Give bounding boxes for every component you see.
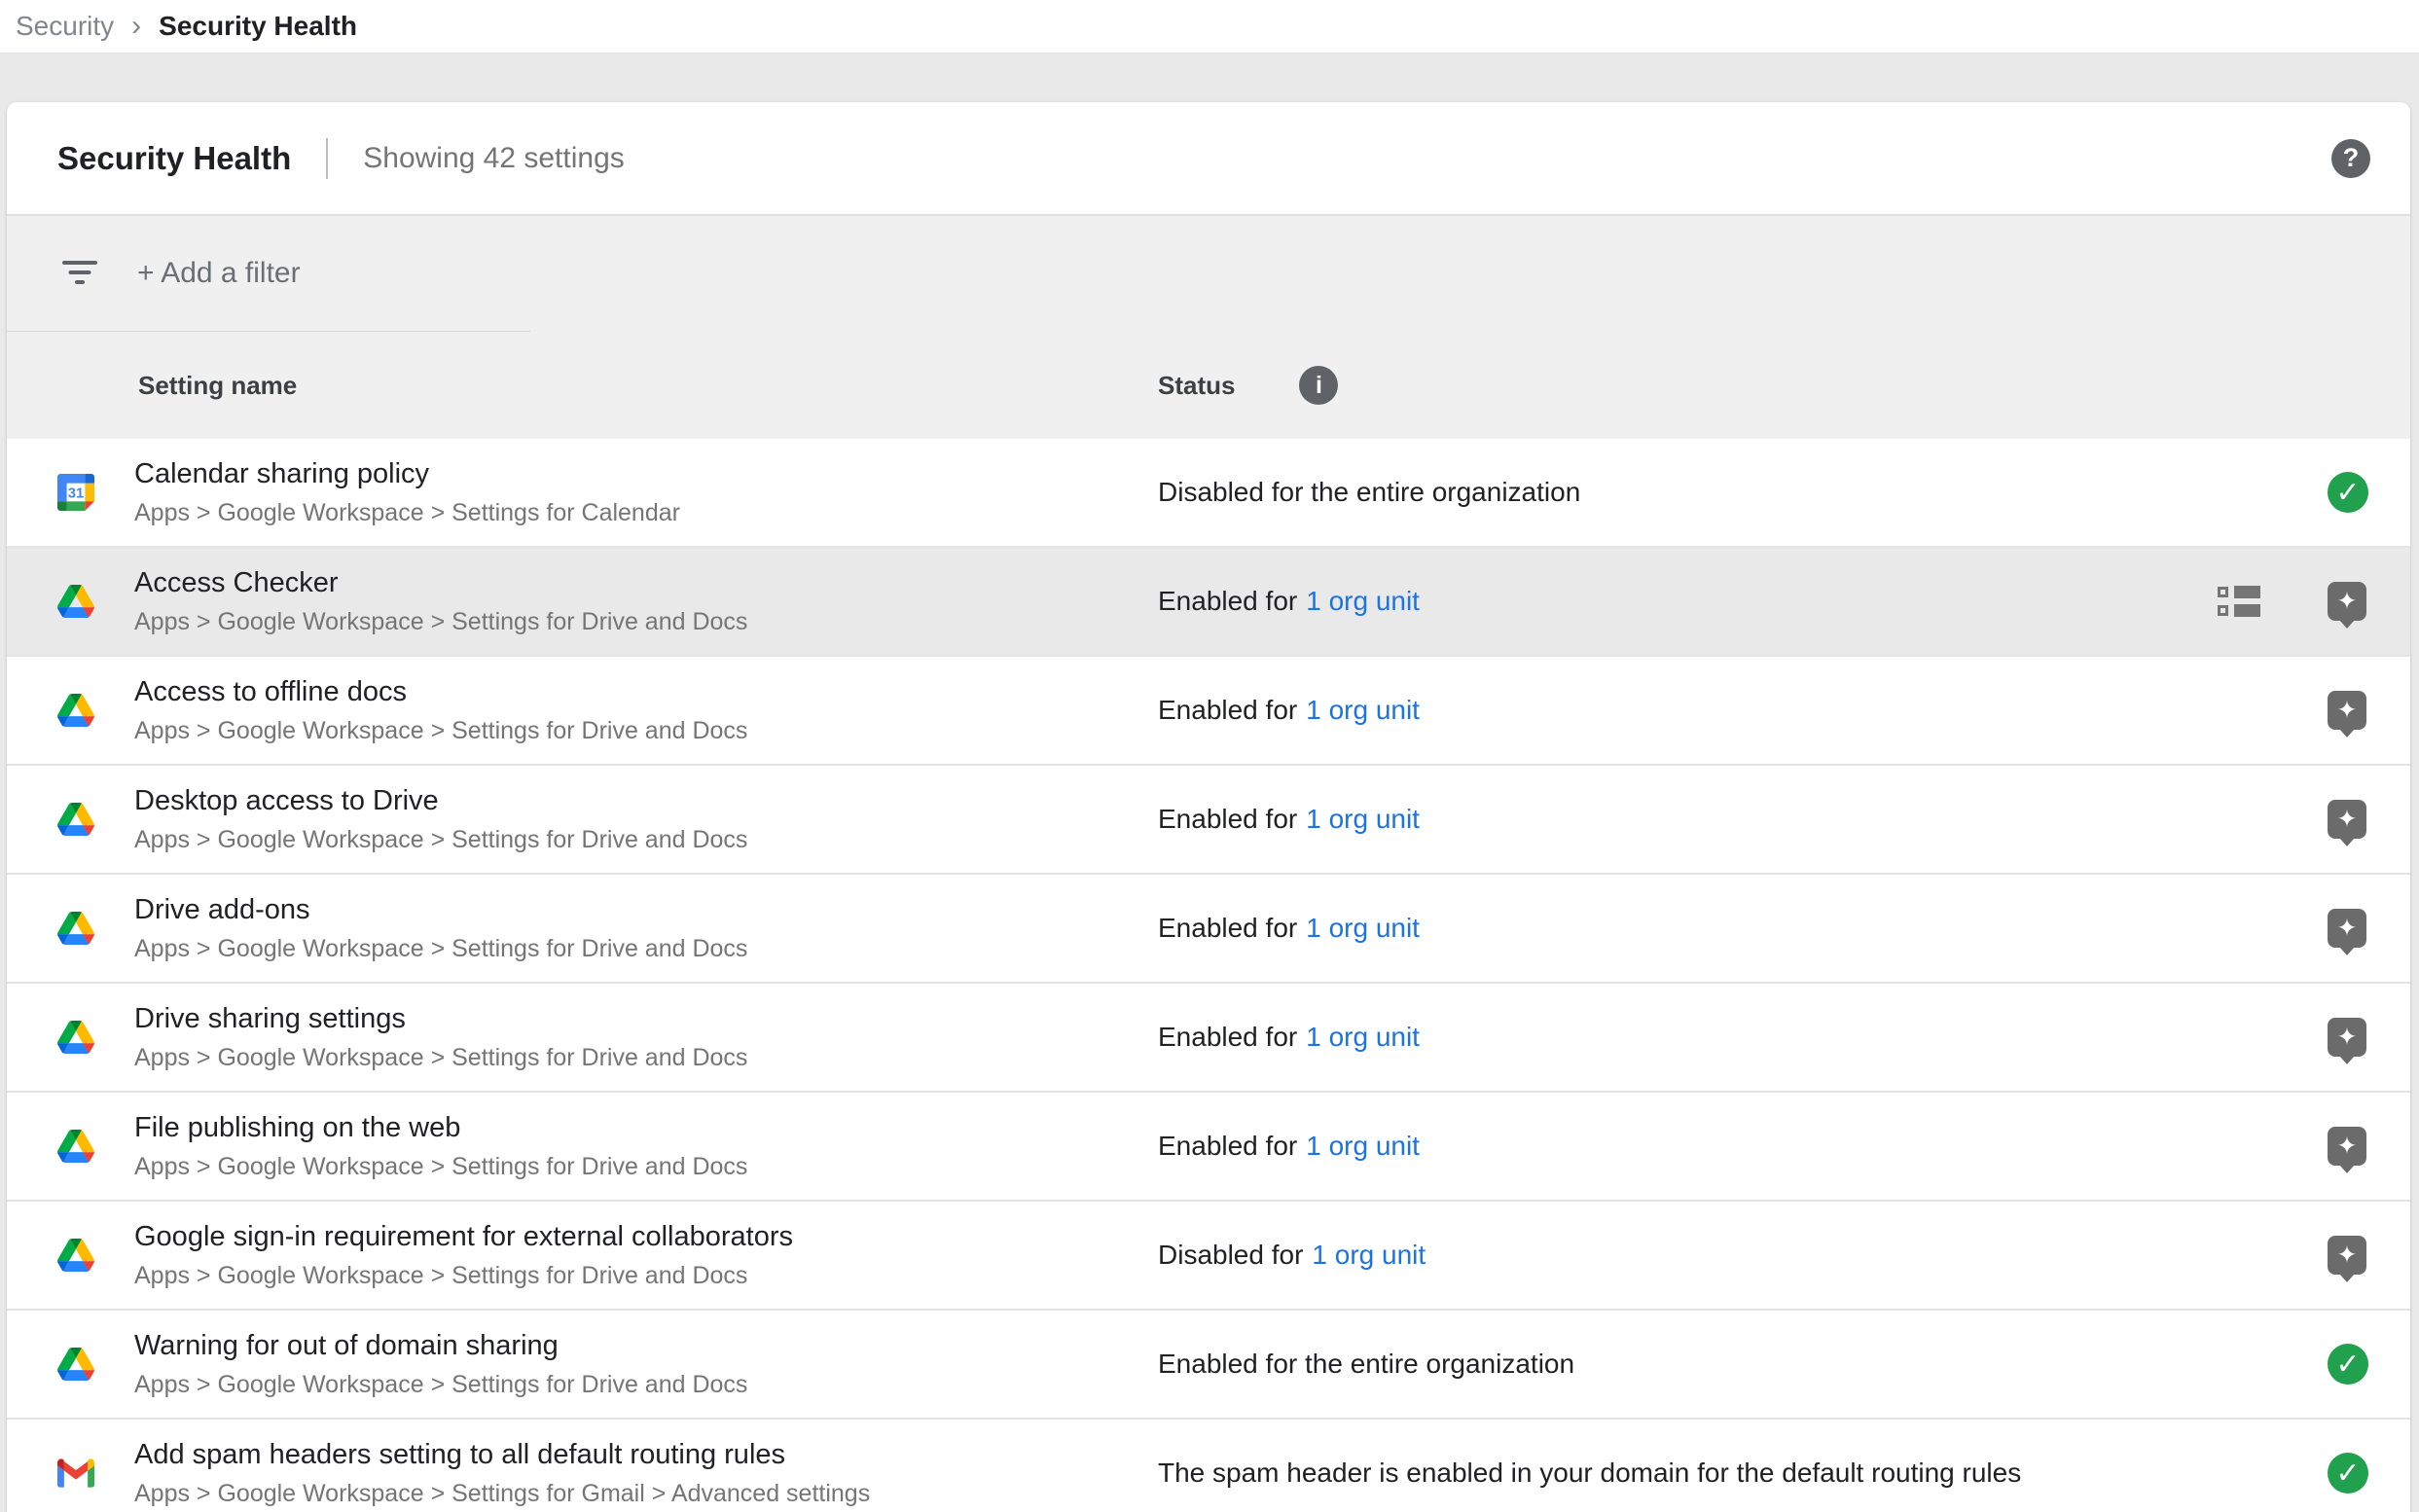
recommendation-badge-icon[interactable]: ✦ <box>2328 800 2366 839</box>
setting-status: Enabled for 1 org unit <box>1158 913 1420 944</box>
org-unit-link[interactable]: 1 org unit <box>1306 1131 1420 1161</box>
column-setting-name: Setting name <box>138 371 297 401</box>
setting-name: Desktop access to Drive <box>134 785 747 817</box>
setting-status: Enabled for the entire organization <box>1158 1349 1574 1380</box>
org-unit-link[interactable]: 1 org unit <box>1312 1240 1426 1270</box>
page-title: Security Health <box>57 140 291 177</box>
table-header: Setting name Status i <box>7 332 2410 439</box>
add-filter-label: + Add a filter <box>137 257 301 290</box>
setting-name: Add spam headers setting to all default … <box>134 1439 870 1471</box>
card-header: Security Health Showing 42 settings ? <box>7 102 2410 214</box>
setting-row[interactable]: Add spam headers setting to all default … <box>7 1420 2410 1512</box>
setting-name: File publishing on the web <box>134 1112 747 1144</box>
drive-icon <box>57 801 94 838</box>
setting-row[interactable]: Drive add-ons Apps > Google Workspace > … <box>7 875 2410 984</box>
status-text: The spam header is enabled in your domai… <box>1158 1458 2021 1488</box>
setting-name: Drive sharing settings <box>134 1003 747 1035</box>
setting-status: Disabled for the entire organization <box>1158 477 1580 508</box>
setting-path: Apps > Google Workspace > Settings for C… <box>134 499 680 527</box>
setting-name: Warning for out of domain sharing <box>134 1330 747 1362</box>
recommendation-badge-icon[interactable]: ✦ <box>2328 691 2366 730</box>
setting-row[interactable]: 31 Calendar sharing policy Apps > Google… <box>7 439 2410 548</box>
add-filter-button[interactable]: + Add a filter <box>7 216 2410 331</box>
setting-path: Apps > Google Workspace > Settings for D… <box>134 1153 747 1181</box>
setting-row[interactable]: Drive sharing settings Apps > Google Wor… <box>7 984 2410 1093</box>
recommendation-badge-icon[interactable]: ✦ <box>2328 1236 2366 1275</box>
setting-path: Apps > Google Workspace > Settings for G… <box>134 1480 870 1508</box>
title-divider <box>326 138 328 179</box>
setting-path: Apps > Google Workspace > Settings for D… <box>134 826 747 854</box>
setting-row[interactable]: Google sign-in requirement for external … <box>7 1202 2410 1311</box>
setting-row[interactable]: Access Checker Apps > Google Workspace >… <box>7 548 2410 657</box>
setting-row[interactable]: Warning for out of domain sharing Apps >… <box>7 1311 2410 1420</box>
setting-path: Apps > Google Workspace > Settings for D… <box>134 1262 793 1290</box>
setting-row[interactable]: File publishing on the web Apps > Google… <box>7 1093 2410 1202</box>
setting-status: Enabled for 1 org unit <box>1158 804 1420 835</box>
status-text: Enabled for <box>1158 1131 1297 1161</box>
setting-path: Apps > Google Workspace > Settings for D… <box>134 935 747 963</box>
drive-icon <box>57 583 94 620</box>
settings-list: 31 Calendar sharing policy Apps > Google… <box>7 439 2410 1512</box>
filter-list-icon <box>62 261 97 286</box>
org-list-icon <box>2218 584 2262 619</box>
status-text: Enabled for <box>1158 586 1297 616</box>
recommendation-badge-icon[interactable]: ✦ <box>2328 1018 2366 1057</box>
setting-name: Drive add-ons <box>134 894 747 926</box>
breadcrumb-security-health: Security Health <box>159 11 357 42</box>
setting-path: Apps > Google Workspace > Settings for D… <box>134 1371 747 1399</box>
org-unit-link[interactable]: 1 org unit <box>1306 913 1420 943</box>
org-unit-link[interactable]: 1 org unit <box>1306 1022 1420 1052</box>
setting-name: Calendar sharing policy <box>134 458 680 490</box>
setting-path: Apps > Google Workspace > Settings for D… <box>134 608 747 636</box>
security-health-card: Security Health Showing 42 settings ? + … <box>7 102 2410 1512</box>
status-text: Enabled for <box>1158 804 1297 834</box>
settings-count: Showing 42 settings <box>363 142 625 175</box>
status-text: Enabled for the entire organization <box>1158 1349 1574 1379</box>
check-circle-icon: ✓ <box>2328 1453 2368 1494</box>
setting-status: The spam header is enabled in your domai… <box>1158 1458 2021 1489</box>
gmail-icon <box>57 1455 94 1492</box>
status-text: Disabled for the entire organization <box>1158 477 1580 507</box>
recommendation-badge-icon[interactable]: ✦ <box>2328 909 2366 948</box>
recommendation-badge-icon[interactable]: ✦ <box>2328 582 2366 621</box>
check-circle-icon: ✓ <box>2328 1344 2368 1385</box>
setting-status: Enabled for 1 org unit <box>1158 695 1420 726</box>
status-text: Disabled for <box>1158 1240 1303 1270</box>
setting-path: Apps > Google Workspace > Settings for D… <box>134 717 747 745</box>
setting-status: Enabled for 1 org unit <box>1158 586 1420 617</box>
check-circle-icon: ✓ <box>2328 472 2368 513</box>
org-unit-link[interactable]: 1 org unit <box>1306 586 1420 616</box>
breadcrumb-security[interactable]: Security <box>16 11 114 42</box>
drive-icon <box>57 692 94 729</box>
org-unit-link[interactable]: 1 org unit <box>1306 695 1420 725</box>
status-text: Enabled for <box>1158 913 1297 943</box>
drive-icon <box>57 1346 94 1383</box>
org-unit-link[interactable]: 1 org unit <box>1306 804 1420 834</box>
drive-icon <box>57 1019 94 1056</box>
info-icon[interactable]: i <box>1299 366 1338 405</box>
setting-row[interactable]: Desktop access to Drive Apps > Google Wo… <box>7 766 2410 875</box>
setting-row[interactable]: Access to offline docs Apps > Google Wor… <box>7 657 2410 766</box>
help-icon[interactable]: ? <box>2331 139 2370 178</box>
setting-name: Google sign-in requirement for external … <box>134 1221 793 1253</box>
drive-icon <box>57 1128 94 1165</box>
setting-status: Enabled for 1 org unit <box>1158 1022 1420 1053</box>
status-text: Enabled for <box>1158 1022 1297 1052</box>
drive-icon <box>57 910 94 947</box>
setting-name: Access Checker <box>134 567 747 599</box>
drive-icon <box>57 1237 94 1274</box>
svg-text:31: 31 <box>68 486 84 502</box>
setting-status: Disabled for 1 org unit <box>1158 1240 1426 1271</box>
status-text: Enabled for <box>1158 695 1297 725</box>
breadcrumb: Security › Security Health <box>0 0 2419 54</box>
calendar-icon: 31 <box>57 474 94 511</box>
setting-path: Apps > Google Workspace > Settings for D… <box>134 1044 747 1072</box>
column-status: Status <box>1158 371 1235 401</box>
breadcrumb-separator-icon: › <box>131 10 141 43</box>
setting-status: Enabled for 1 org unit <box>1158 1131 1420 1162</box>
recommendation-badge-icon[interactable]: ✦ <box>2328 1127 2366 1166</box>
setting-name: Access to offline docs <box>134 676 747 708</box>
